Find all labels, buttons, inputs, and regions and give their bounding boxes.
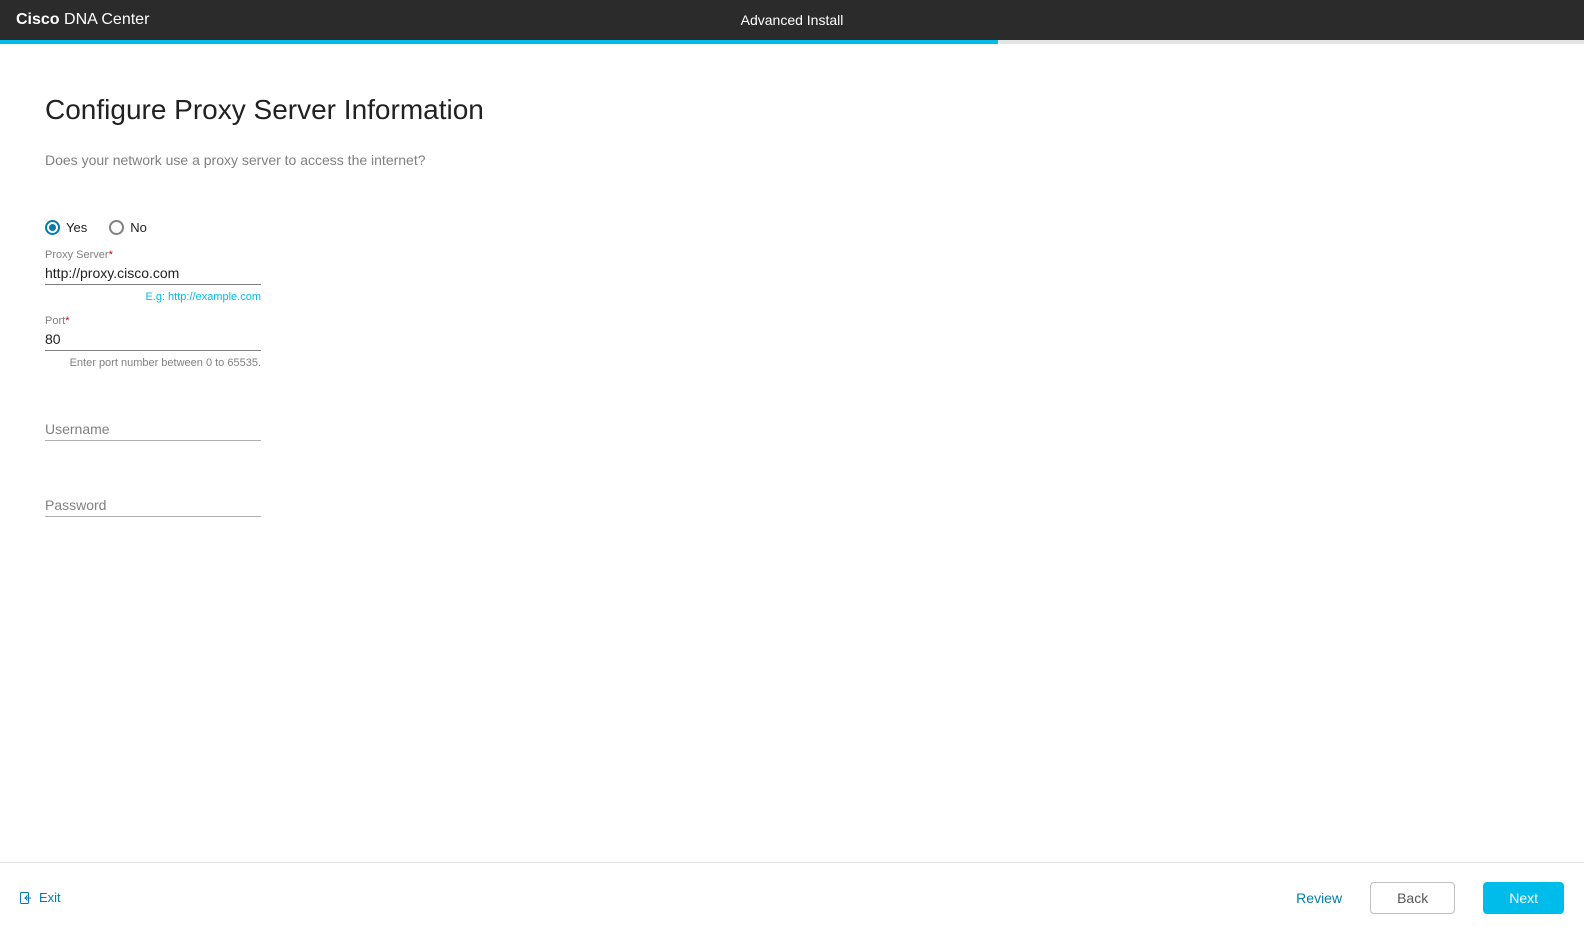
page-subtitle: Does your network use a proxy server to …	[45, 152, 1539, 168]
footer-right: Review Back Next	[1296, 882, 1564, 914]
proxy-server-input[interactable]	[45, 261, 261, 285]
port-hint: Enter port number between 0 to 65535.	[45, 357, 261, 369]
proxy-server-label: Proxy Server*	[45, 249, 261, 261]
proxy-server-hint: E.g: http://example.com	[45, 291, 261, 303]
radio-yes[interactable]: Yes	[45, 220, 87, 235]
radio-selected-icon	[45, 220, 60, 235]
brand: Cisco DNA Center	[16, 11, 149, 29]
main-content: Configure Proxy Server Information Does …	[0, 44, 1584, 517]
brand-rest: DNA Center	[60, 11, 150, 28]
exit-icon	[20, 891, 34, 905]
radio-dot-icon	[49, 224, 56, 231]
password-input[interactable]	[45, 493, 261, 517]
radio-yes-label: Yes	[66, 220, 87, 235]
brand-bold: Cisco	[16, 11, 60, 28]
page-title: Configure Proxy Server Information	[45, 94, 1539, 126]
exit-link[interactable]: Exit	[20, 890, 61, 905]
exit-label: Exit	[39, 890, 61, 905]
progress-bar-track	[0, 40, 1584, 44]
username-group	[45, 417, 261, 441]
next-button[interactable]: Next	[1483, 882, 1564, 914]
proxy-radio-group: Yes No	[45, 220, 1539, 235]
port-label: Port*	[45, 315, 261, 327]
password-group	[45, 493, 261, 517]
radio-unselected-icon	[109, 220, 124, 235]
progress-bar-fill	[0, 40, 998, 44]
radio-no-label: No	[130, 220, 147, 235]
required-asterisk: *	[109, 249, 113, 261]
port-group: Port* Enter port number between 0 to 655…	[45, 315, 261, 369]
header-title: Advanced Install	[741, 12, 844, 28]
required-asterisk: *	[65, 315, 69, 327]
back-button[interactable]: Back	[1370, 882, 1455, 914]
proxy-server-group: Proxy Server* E.g: http://example.com	[45, 249, 261, 303]
app-header: Cisco DNA Center Advanced Install	[0, 0, 1584, 40]
username-input[interactable]	[45, 417, 261, 441]
port-input[interactable]	[45, 327, 261, 351]
footer-bar: Exit Review Back Next	[0, 862, 1584, 932]
radio-no[interactable]: No	[109, 220, 147, 235]
review-link[interactable]: Review	[1296, 890, 1342, 906]
